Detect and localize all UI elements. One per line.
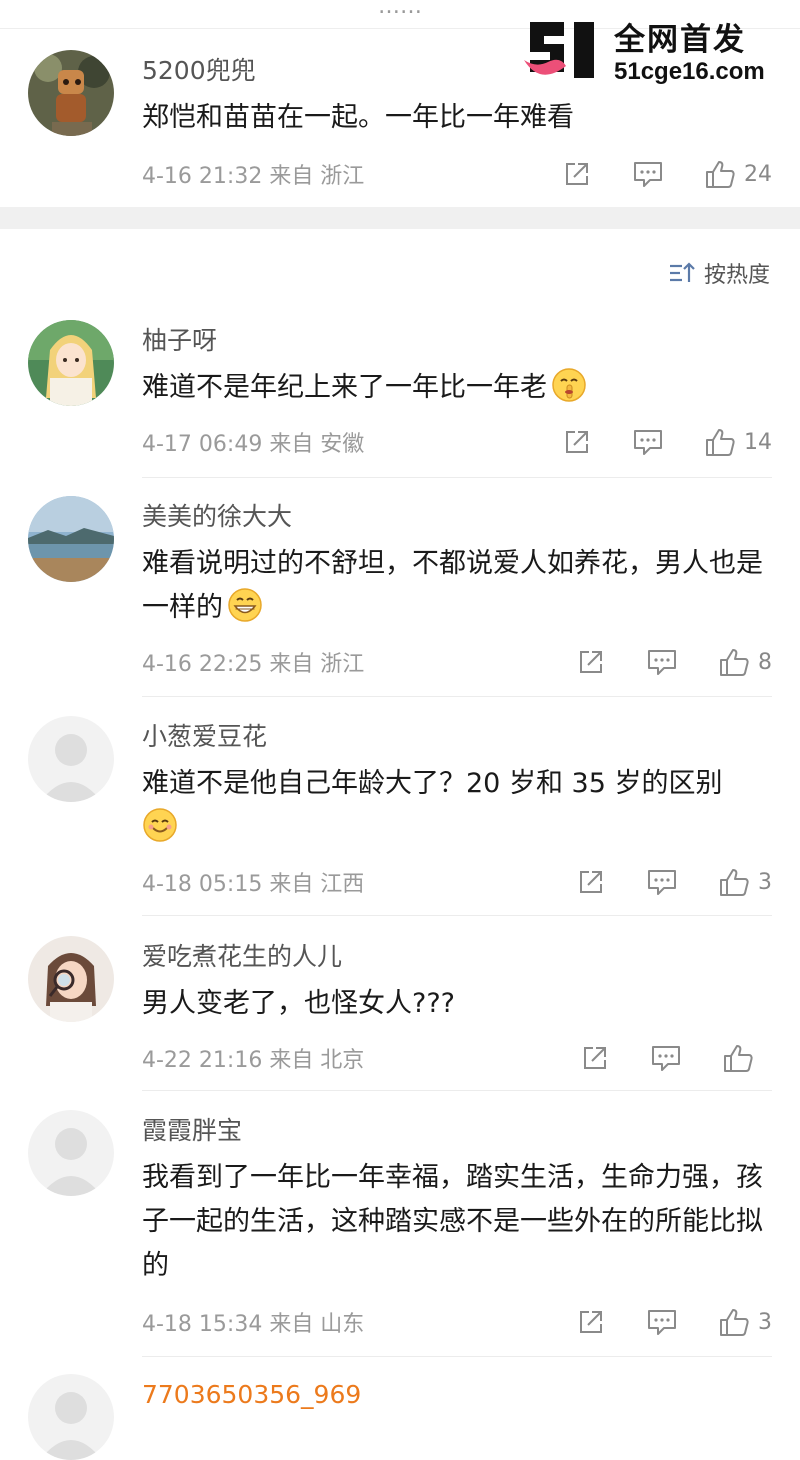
avatar[interactable] [28, 716, 114, 802]
comment-divider [142, 1090, 772, 1091]
share-button[interactable] [580, 1043, 610, 1073]
comment-time-location: 4-18 15:34 来自 山东 [142, 1312, 365, 1337]
share-icon [566, 431, 588, 453]
share-button[interactable] [562, 159, 592, 189]
watermark-title: 全网首发 [614, 22, 746, 58]
reply-button[interactable] [632, 159, 664, 189]
grin-emoji-icon [228, 588, 262, 622]
share-icon [580, 871, 602, 893]
comment-time-location: 4-18 05:15 来自 江西 [142, 872, 365, 897]
comment-time-location: 4-16 21:32 来自 浙江 [142, 164, 365, 189]
like-count: 3 [758, 869, 772, 895]
avatar[interactable] [28, 936, 114, 1022]
sort-icon [669, 262, 695, 282]
comment-divider [142, 696, 772, 697]
avatar[interactable] [28, 50, 114, 136]
sort-toggle[interactable]: 按热度 [668, 258, 770, 288]
comment-divider [142, 915, 772, 916]
comment-icon [634, 430, 662, 455]
like-button[interactable]: 3 [718, 1306, 772, 1338]
avatar[interactable] [28, 1110, 114, 1196]
comment-divider [142, 1356, 772, 1357]
anime-girl-avatar-icon [28, 320, 114, 406]
avatar[interactable] [28, 1374, 114, 1460]
comment-icon [634, 162, 662, 187]
share-icon [566, 163, 588, 185]
comment-icon [648, 1310, 676, 1335]
thumbs-up-icon [720, 649, 749, 676]
like-button[interactable]: 3 [718, 866, 772, 898]
share-button[interactable] [576, 867, 606, 897]
thumbs-up-icon [720, 869, 749, 896]
avatar[interactable] [28, 496, 114, 582]
default-avatar-icon [28, 1374, 114, 1460]
thumbs-up-icon [720, 1309, 749, 1336]
comment-username[interactable]: 霞霞胖宝 [142, 1114, 772, 1148]
toy-figure-avatar-icon [28, 50, 114, 136]
reply-button[interactable] [650, 1043, 682, 1073]
comment-username[interactable]: 7703650356_969 [142, 1378, 772, 1412]
smile-emoji-icon [143, 808, 177, 842]
like-count: 3 [758, 1309, 772, 1335]
share-icon [584, 1047, 606, 1069]
avatar[interactable] [28, 320, 114, 406]
comment-icon [648, 650, 676, 675]
thumbs-up-icon [706, 429, 735, 456]
comment-text: 我看到了一年比一年幸福，踏实生活，生命力强，孩子一起的生活，这种踏实感不是一些外… [142, 1162, 763, 1281]
comment-text: 难道不是年纪上来了一年比一年老 [142, 372, 547, 403]
share-icon [580, 651, 602, 673]
reply-button[interactable] [632, 427, 664, 457]
comment-username[interactable]: 爱吃煮花生的人儿 [142, 940, 772, 974]
like-button[interactable] [722, 1042, 772, 1074]
like-button[interactable]: 24 [704, 158, 772, 190]
share-icon [580, 1311, 602, 1333]
comment-text: 难道不是他自己年龄大了？20 岁和 35 岁的区别 [142, 768, 723, 799]
like-count: 14 [744, 429, 772, 455]
share-button[interactable] [562, 427, 592, 457]
thumbs-up-icon [706, 161, 735, 188]
share-button[interactable] [576, 1307, 606, 1337]
reply-button[interactable] [646, 1307, 678, 1337]
default-avatar-icon [28, 1110, 114, 1196]
section-separator [0, 207, 800, 229]
comment-divider [142, 477, 772, 478]
comment-username[interactable]: 小葱爱豆花 [142, 720, 772, 754]
reply-button[interactable] [646, 647, 678, 677]
child-magnifier-avatar-icon [28, 936, 114, 1022]
comment-time-location: 4-16 22:25 来自 浙江 [142, 652, 365, 677]
comment-text: 郑恺和苗苗在一起。一年比一年难看 [142, 102, 574, 133]
comment-text: 男人变老了，也怪女人??? [142, 988, 455, 1019]
comment-username[interactable]: 5200兜兜 [142, 54, 772, 88]
thumbs-up-icon [724, 1045, 753, 1072]
comment-time-location: 4-17 06:49 来自 安徽 [142, 432, 365, 457]
like-button[interactable]: 14 [704, 426, 772, 458]
comment-time-location: 4-22 21:16 来自 北京 [142, 1048, 365, 1073]
landscape-avatar-icon [28, 496, 114, 582]
share-button[interactable] [576, 647, 606, 677]
like-count: 8 [758, 649, 772, 675]
shush-face-emoji-icon [552, 368, 586, 402]
comment-icon [648, 870, 676, 895]
sort-label: 按热度 [703, 263, 770, 288]
reply-button[interactable] [646, 867, 678, 897]
comment-username[interactable]: 柚子呀 [142, 324, 772, 358]
default-avatar-icon [28, 716, 114, 802]
like-count: 24 [744, 161, 772, 187]
like-button[interactable]: 8 [718, 646, 772, 678]
comment-username[interactable]: 美美的徐大大 [142, 500, 772, 534]
comment-icon [652, 1046, 680, 1071]
top-fragment-text: …… [378, 0, 422, 19]
